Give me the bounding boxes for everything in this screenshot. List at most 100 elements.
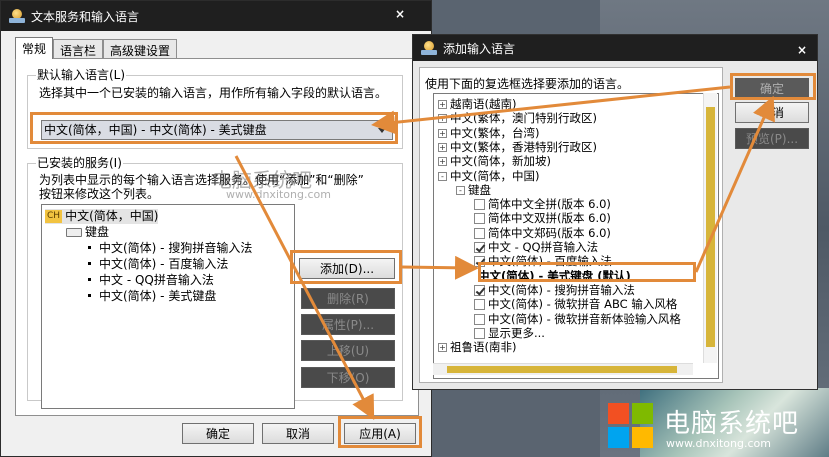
remove-button[interactable]: 删除(R) <box>301 288 395 309</box>
tree-item-row[interactable]: 中文(简体) - 美式键盘 <box>88 289 216 304</box>
tree-language-row[interactable]: CH 中文(简体，中国) <box>45 209 159 224</box>
collapse-icon[interactable]: - <box>456 185 465 195</box>
default-language-value: 中文(简体，中国) - 中文(简体) - 美式键盘 <box>44 123 267 137</box>
language-tree-label: 中文(简体，新加坡) <box>450 154 551 169</box>
language-tree-label: 中文(简体) - 美式键盘 (默认) <box>478 268 631 283</box>
properties-button[interactable]: 属性(P)... <box>301 314 395 335</box>
checkbox[interactable] <box>474 256 485 268</box>
horizontal-scrollbar[interactable] <box>433 363 693 375</box>
language-tree-label: 中文(繁体，澳门特别行政区) <box>450 111 597 126</box>
site-logo: 电脑系统吧 www.dnxitong.com <box>602 395 829 457</box>
installed-services-tree[interactable]: CH 中文(简体，中国) 键盘 中文(简体) - 搜狗拼音输入法 中文(简体) -… <box>41 204 295 409</box>
language-code-badge: CH <box>45 210 63 223</box>
language-tree-label: 越南语(越南) <box>450 97 517 111</box>
default-language-select[interactable]: 中文(简体，中国) - 中文(简体) - 美式键盘 <box>41 120 393 140</box>
language-tree-row[interactable]: 简体中文双拼(版本 6.0) <box>474 211 611 225</box>
language-tree-row[interactable]: - 键盘 <box>456 183 491 197</box>
instruction-text: 使用下面的复选框选择要添加的语言。 <box>425 77 630 91</box>
checkbox[interactable] <box>474 313 485 325</box>
tab-language-bar[interactable]: 语言栏 <box>53 39 104 59</box>
language-tree[interactable]: + 越南语(越南) + 中文(繁体，澳门特别行政区) + 中文(繁体，台湾) + 中文(繁体，… <box>433 93 719 379</box>
language-app-icon <box>421 41 437 55</box>
language-tree-label: 中文(简体，中国) <box>450 168 540 183</box>
tree-item-label: 中文(简体) - 百度输入法 <box>99 257 229 271</box>
expand-icon[interactable]: + <box>438 343 447 353</box>
preview-button[interactable]: 预览(P)... <box>735 128 809 149</box>
language-tree-row[interactable]: + 祖鲁语(南非) <box>438 340 516 354</box>
expand-icon[interactable]: + <box>438 128 447 138</box>
language-tree-row[interactable]: 中文(简体) - 微软拼音 ABC 输入风格 <box>474 297 677 311</box>
checkbox[interactable] <box>474 227 485 239</box>
close-icon[interactable]: × <box>797 43 807 57</box>
language-tree-row[interactable]: 中文(简体) - 微软拼音新体验输入风格 <box>474 312 681 326</box>
checkbox[interactable] <box>474 284 485 296</box>
language-tree-row[interactable]: + 中文(繁体，台湾) <box>438 126 539 140</box>
expand-icon[interactable]: + <box>438 114 447 124</box>
windows-logo-icon <box>608 403 654 449</box>
collapse-icon[interactable]: - <box>438 171 447 181</box>
vertical-scrollbar[interactable] <box>703 93 717 363</box>
expand-icon[interactable]: + <box>438 157 447 167</box>
language-tree-label: 简体中文全拼(版本 6.0) <box>488 197 611 212</box>
checkbox[interactable] <box>474 299 485 311</box>
logo-url: www.dnxitong.com <box>666 437 771 450</box>
cancel-button[interactable]: 取消 <box>262 423 334 444</box>
checkbox[interactable] <box>474 199 485 211</box>
watermark-url: www.dnxitong.com <box>226 188 331 201</box>
tab-advanced-keys[interactable]: 高级键设置 <box>103 39 178 59</box>
checkbox[interactable] <box>474 327 485 339</box>
add-ok-button[interactable]: 确定 <box>735 78 809 99</box>
language-tree-row[interactable]: 中文(简体) - 美式键盘 (默认) <box>474 269 631 283</box>
expand-icon[interactable]: + <box>438 142 447 152</box>
title-bar: 添加输入语言 <box>413 35 817 61</box>
move-up-button[interactable]: 上移(U) <box>301 340 395 361</box>
tree-item-row[interactable]: 中文 - QQ拼音输入法 <box>88 273 214 288</box>
language-tree-label: 键盘 <box>468 182 491 197</box>
language-tree-label: 简体中文双拼(版本 6.0) <box>488 211 611 226</box>
language-tree-label: 中文 - QQ拼音输入法 <box>488 240 599 254</box>
language-tree-row[interactable]: 中文(简体) - 百度输入法 <box>474 254 612 268</box>
language-tree-row[interactable]: + 越南语(越南) <box>438 97 516 111</box>
language-tree-label: 祖鲁语(南非) <box>450 340 517 355</box>
window-title: 添加输入语言 <box>443 41 516 56</box>
language-app-icon <box>9 9 25 23</box>
language-tree-row[interactable]: - 中文(简体，中国) <box>438 169 539 183</box>
tab-general[interactable]: 常规 <box>15 37 54 59</box>
tree-item-label: 中文(简体) - 搜狗拼音输入法 <box>99 241 253 255</box>
installed-services-desc-2: 按钮来修改这个列表。 <box>39 187 160 201</box>
add-input-language-window: 添加输入语言 × 使用下面的复选框选择要添加的语言。 + 越南语(越南) + 中文(繁… <box>412 34 818 390</box>
add-button[interactable]: 添加(D)... <box>299 258 395 279</box>
language-tree-row[interactable]: 简体中文全拼(版本 6.0) <box>474 197 611 211</box>
language-tree-row[interactable]: 简体中文郑码(版本 6.0) <box>474 226 611 240</box>
move-down-button[interactable]: 下移(O) <box>301 367 395 388</box>
close-icon[interactable]: × <box>395 7 405 21</box>
apply-button[interactable]: 应用(A) <box>344 423 416 444</box>
default-language-desc: 选择其中一个已安装的输入语言，用作所有输入字段的默认语言。 <box>39 86 388 100</box>
language-tree-row[interactable]: + 中文(简体，新加坡) <box>438 154 551 168</box>
language-tree-row[interactable]: 中文(简体) - 搜狗拼音输入法 <box>474 283 635 297</box>
language-tree-row[interactable]: 显示更多... <box>474 326 545 340</box>
tree-item-label: 中文(简体) - 美式键盘 <box>99 289 217 303</box>
tree-keyboard-row[interactable]: 键盘 <box>66 225 109 240</box>
tree-item-row[interactable]: 中文(简体) - 百度输入法 <box>88 257 228 272</box>
language-tree-label: 中文(简体) - 微软拼音 ABC 输入风格 <box>488 297 678 312</box>
language-tree-label: 显示更多... <box>488 325 545 340</box>
language-tree-label: 中文(简体) - 搜狗拼音输入法 <box>488 282 635 297</box>
tree-item-row[interactable]: 中文(简体) - 搜狗拼音输入法 <box>88 241 252 256</box>
language-tree-label: 中文(简体) - 微软拼音新体验输入风格 <box>488 311 681 326</box>
language-tree-label: 中文(繁体，香港特别行政区) <box>450 139 597 154</box>
language-tree-row[interactable]: + 中文(繁体，香港特别行政区) <box>438 140 597 154</box>
add-cancel-button[interactable]: 取消 <box>735 102 809 123</box>
checkbox[interactable] <box>474 213 485 225</box>
language-tree-row[interactable]: 中文 - QQ拼音输入法 <box>474 240 598 254</box>
ok-button[interactable]: 确定 <box>182 423 254 444</box>
language-tree-label: 中文(繁体，台湾) <box>450 125 540 140</box>
language-tree-label: 中文(简体) - 百度输入法 <box>488 254 612 269</box>
default-language-legend: 默认输入语言(L) <box>36 68 127 82</box>
text-services-window: 文本服务和输入语言 × 常规 语言栏 高级键设置 默认输入语言(L) 选择其中一… <box>0 0 432 457</box>
language-tree-row[interactable]: + 中文(繁体，澳门特别行政区) <box>438 111 597 125</box>
tree-keyboard-label: 键盘 <box>85 225 110 239</box>
expand-icon[interactable]: + <box>438 100 447 109</box>
checkbox[interactable] <box>474 242 485 253</box>
installed-services-legend: 已安装的服务(I) <box>36 156 123 170</box>
